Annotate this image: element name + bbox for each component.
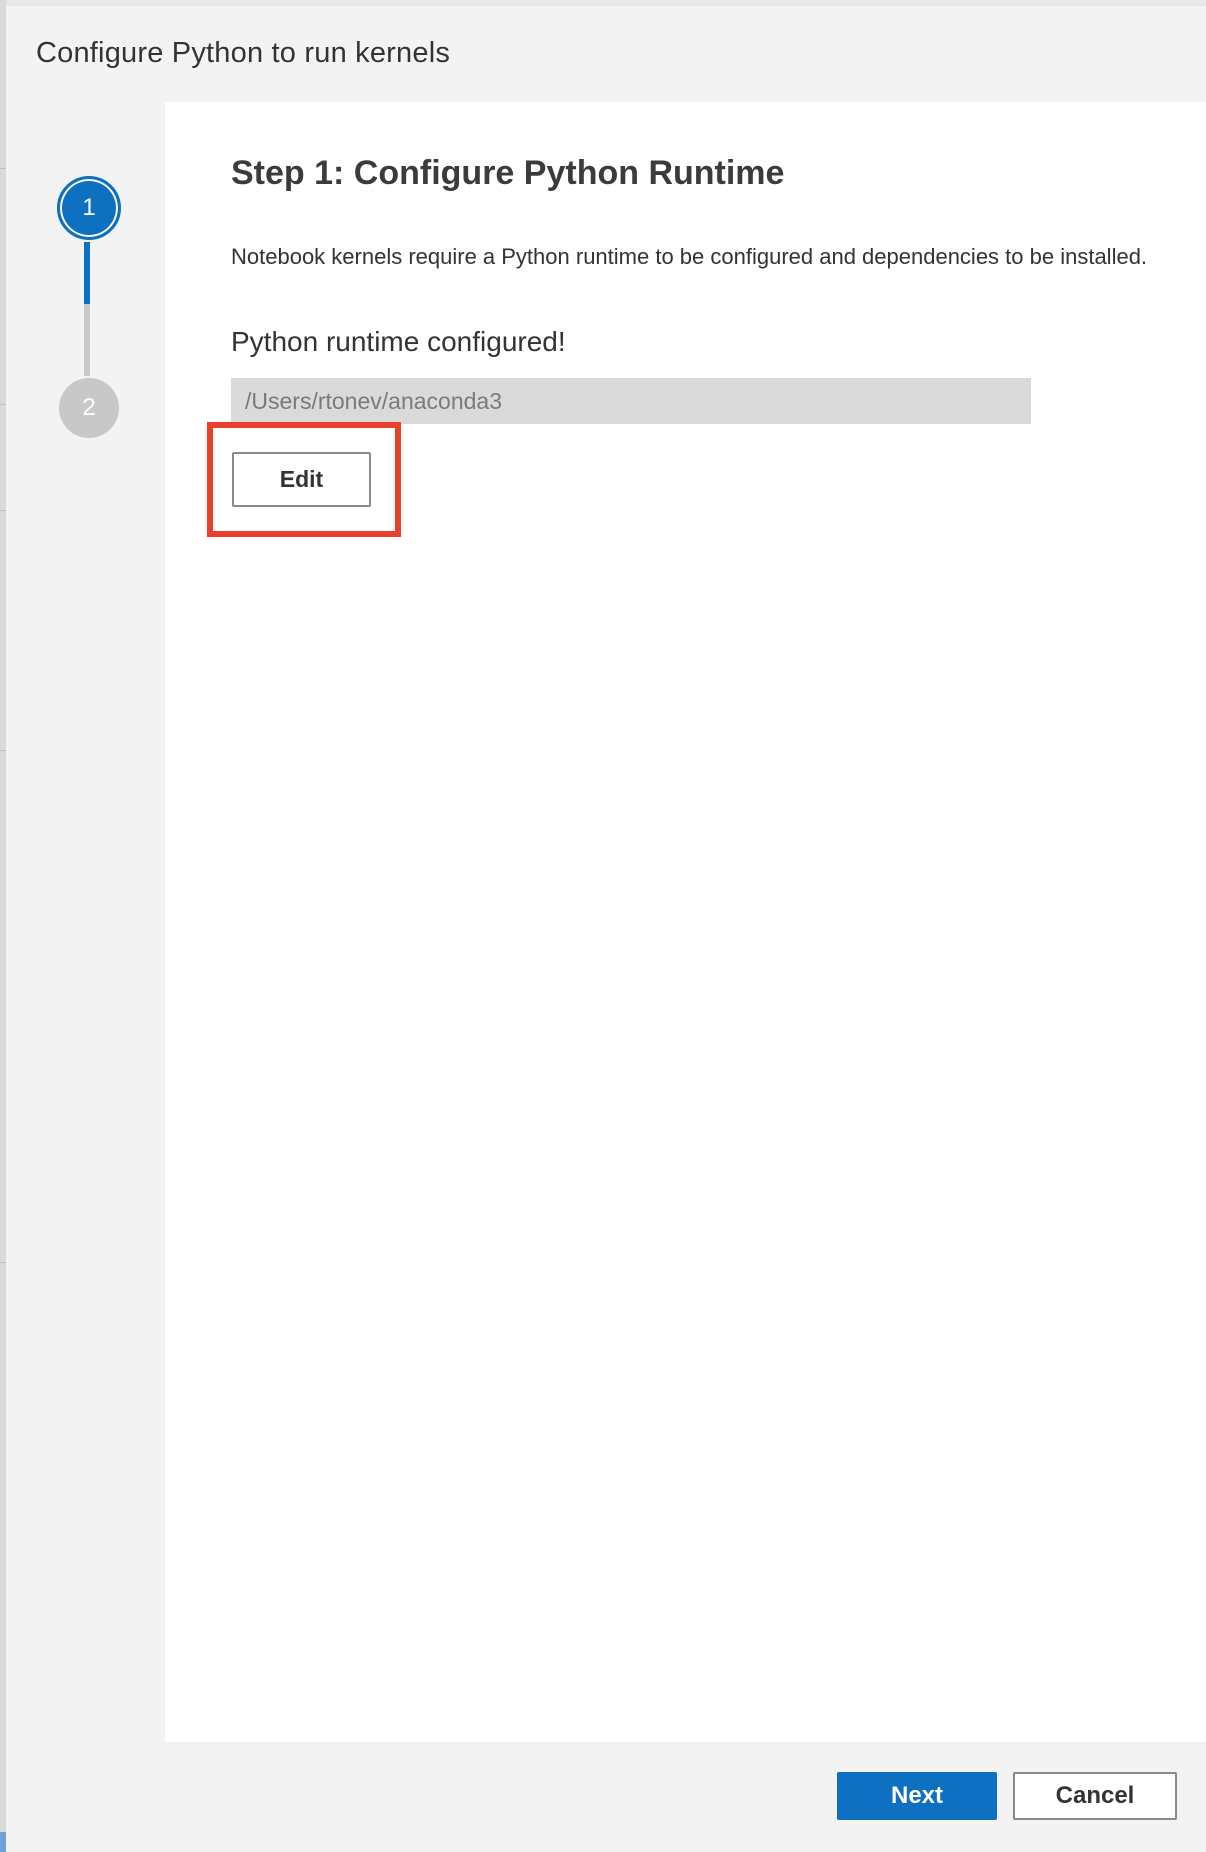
configure-python-dialog: Configure Python to run kernels 1 2 Step… xyxy=(6,6,1206,1852)
next-button[interactable]: Next xyxy=(837,1772,997,1820)
step-2-indicator[interactable]: 2 xyxy=(59,378,119,438)
step-heading: Step 1: Configure Python Runtime xyxy=(231,154,785,192)
dialog-footer: Next Cancel xyxy=(6,1742,1206,1852)
step-1-indicator[interactable]: 1 xyxy=(57,176,121,240)
python-runtime-path-field xyxy=(231,378,1031,424)
wizard-stepper: 1 2 xyxy=(6,102,165,1742)
step-connector-inactive xyxy=(84,304,90,376)
dialog-header: Configure Python to run kernels xyxy=(6,6,1206,102)
step-content: Step 1: Configure Python Runtime Noteboo… xyxy=(165,102,1206,1742)
step-connector-active xyxy=(84,242,90,304)
cancel-button[interactable]: Cancel xyxy=(1013,1772,1177,1820)
runtime-status-label: Python runtime configured! xyxy=(231,326,566,357)
edit-button[interactable]: Edit xyxy=(232,452,371,507)
dialog-title: Configure Python to run kernels xyxy=(36,37,451,69)
step-description: Notebook kernels require a Python runtim… xyxy=(231,244,1148,269)
